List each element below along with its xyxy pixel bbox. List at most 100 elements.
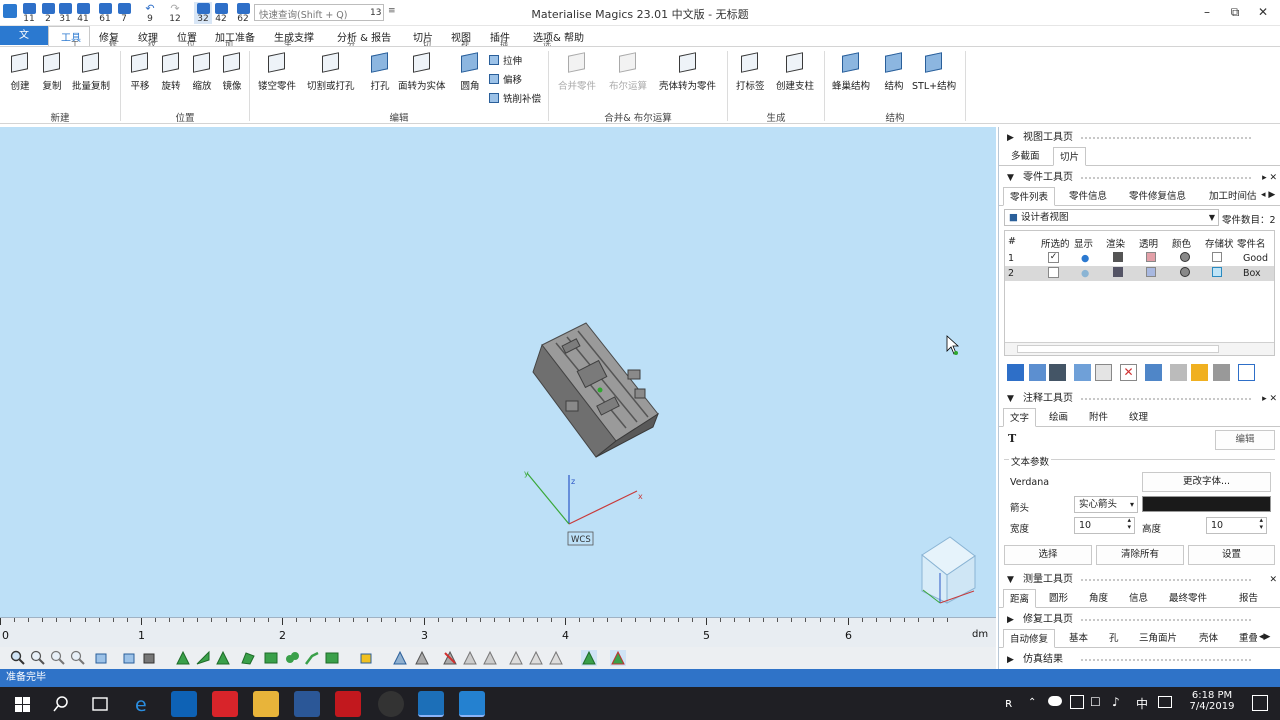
clear-all-button[interactable]: 清除所有 [1096,545,1184,565]
collapse-arrow-icon[interactable]: ▼ [1007,391,1014,407]
cut-or-punch-button[interactable]: 切割或打孔 [307,51,355,92]
tab-final-part[interactable]: 最终零件 [1163,589,1213,608]
lasso-select-icon[interactable] [304,650,320,666]
zoom-window-icon[interactable] [30,650,46,666]
tab-view[interactable]: 视图视 [451,29,471,49]
zoom-all-icon[interactable] [50,650,66,666]
scrollbar-thumb[interactable] [1017,345,1219,353]
shrink-marking-icon[interactable] [528,650,544,666]
shell-select-icon[interactable] [215,650,231,666]
mark-triangle-icon[interactable] [392,650,408,666]
milling-compensation-button[interactable]: 铣削补偿 [489,91,541,105]
annotation-pages-header[interactable]: ▼ 注释工具页 ▸ ✕ [999,391,1280,407]
col-header[interactable]: 透明 [1139,236,1158,250]
part-tool-icon[interactable] [1145,364,1162,381]
copy-button[interactable]: 复制 [40,51,64,92]
file-explorer-icon[interactable] [253,691,279,717]
render-icon[interactable] [1113,252,1123,262]
collapse-arrow-icon[interactable]: ▶ [1007,612,1014,628]
col-header[interactable]: 颜色 [1172,236,1191,250]
internet-explorer-icon[interactable]: e [130,691,156,717]
fix-pages-header[interactable]: ▶ 修复工具页 [999,612,1280,628]
unmark-icon[interactable] [442,650,458,666]
tab-plugins[interactable]: 插件插 [490,29,510,49]
structure-button[interactable]: 结构 [882,51,906,92]
tab-file[interactable]: 文 [0,26,48,45]
restore-button[interactable]: ⧉ [1224,3,1246,21]
col-header[interactable]: 所选的 [1041,236,1070,250]
tray-clock[interactable]: 6:18 PM 7/4/2019 [1184,690,1240,712]
label-button[interactable]: 打标签 [736,51,765,92]
tab-draw[interactable]: 绘画 [1043,408,1074,427]
storage-icon[interactable] [1212,252,1222,262]
part-tool-icon[interactable] [1049,364,1066,381]
tab-multi-section[interactable]: 多截面 [1005,147,1046,166]
tab-triangles[interactable]: 三角面片 [1133,629,1183,648]
brush-select-icon[interactable] [284,650,300,666]
tab-basic[interactable]: 基本 [1063,629,1094,648]
mirror-button[interactable]: 镜像 [220,51,244,92]
table-row[interactable]: 2 ● Box [1005,266,1274,281]
pin-icon[interactable]: ▸ ✕ [1262,391,1277,407]
view-cube[interactable] [921,536,976,604]
tab-scroll-icon[interactable]: ◂ ▶ [1261,190,1275,200]
add-part-icon[interactable] [1007,364,1024,381]
3d-viewport[interactable]: z x y WCS [0,127,996,617]
box-select-icon[interactable] [263,650,279,666]
expand-marking-icon[interactable] [508,650,524,666]
zoom-selection-icon[interactable] [70,650,86,666]
fillet-button[interactable]: 圆角 [458,51,482,92]
row-checkbox[interactable] [1048,267,1059,278]
text-tool-icon[interactable]: T [1008,432,1016,445]
ime-indicator[interactable]: 中 [1136,695,1148,712]
color-icon[interactable] [1180,252,1190,262]
render-icon[interactable] [1113,267,1123,277]
parts-pages-header[interactable]: ▼ 零件工具页 ▸ ✕ [999,170,1280,186]
storage-icon[interactable] [1212,267,1222,277]
change-font-button[interactable]: 更改字体... [1142,472,1271,492]
honeycomb-button[interactable]: 蜂巢结构 [832,51,870,92]
transparency-icon[interactable] [1146,267,1156,277]
outlook-icon[interactable] [171,691,197,717]
tab-options-help[interactable]: 选项& 帮助选 [533,29,584,49]
invert-marking-icon[interactable] [482,650,498,666]
pin-icon[interactable]: ✕ [1269,572,1277,588]
tab-texture-annot[interactable]: 纹理 [1123,408,1154,427]
view-mode-select[interactable]: ■ 设计者视图 ▼ [1004,209,1219,226]
scale-button[interactable]: 缩放 [190,51,214,92]
marking-options-icon[interactable] [548,650,564,666]
tab-texture[interactable]: 纹理纹 [138,29,158,49]
tab-report[interactable]: 报告 [1233,589,1264,608]
shells-to-parts-button[interactable]: 壳体转为零件 [659,51,716,92]
create-button[interactable]: 创建 [8,51,32,92]
translate-button[interactable]: 平移 [128,51,152,92]
collapse-arrow-icon[interactable]: ▶ [1007,130,1014,146]
collapse-arrow-icon[interactable]: ▼ [1007,572,1014,588]
tab-shells[interactable]: 壳体 [1193,629,1224,648]
tab-distance[interactable]: 距离 [1003,589,1037,608]
part-tool-icon[interactable] [1074,364,1091,381]
part-list-options-icon[interactable] [1238,364,1255,381]
row-checkbox[interactable]: ✓ [1048,252,1059,263]
create-pillar-button[interactable]: 创建支柱 [776,51,814,92]
color-icon[interactable] [1180,267,1190,277]
tab-auto-fix[interactable]: 自动修复 [1003,629,1056,648]
height-input[interactable]: 10 ▴ ▾ [1206,517,1267,534]
acrobat-icon[interactable] [335,691,361,717]
tab-slice[interactable]: 切片切 [413,29,433,49]
extrude-button[interactable]: 拉伸 [489,53,522,67]
tray-app-icon[interactable] [1070,695,1084,709]
transparency-icon[interactable] [1146,252,1156,262]
mark-plane-icon[interactable] [414,650,430,666]
notifications-icon[interactable] [1252,695,1268,711]
collapse-arrow-icon[interactable]: ▼ [1007,170,1014,186]
edit-button[interactable]: 编辑 [1215,430,1275,450]
minimize-button[interactable]: – [1196,3,1218,21]
hollow-part-button[interactable]: 镂空零件 [258,51,296,92]
tab-analysis[interactable]: 分析 & 报告分 [337,29,391,49]
select-button[interactable]: 选择 [1004,545,1092,565]
collapse-arrow-icon[interactable]: ▶ [1007,652,1014,668]
part-tool-icon[interactable] [1029,364,1046,381]
tab-info[interactable]: 信息 [1123,589,1154,608]
stl-structure-button[interactable]: STL+结构 [912,51,956,92]
